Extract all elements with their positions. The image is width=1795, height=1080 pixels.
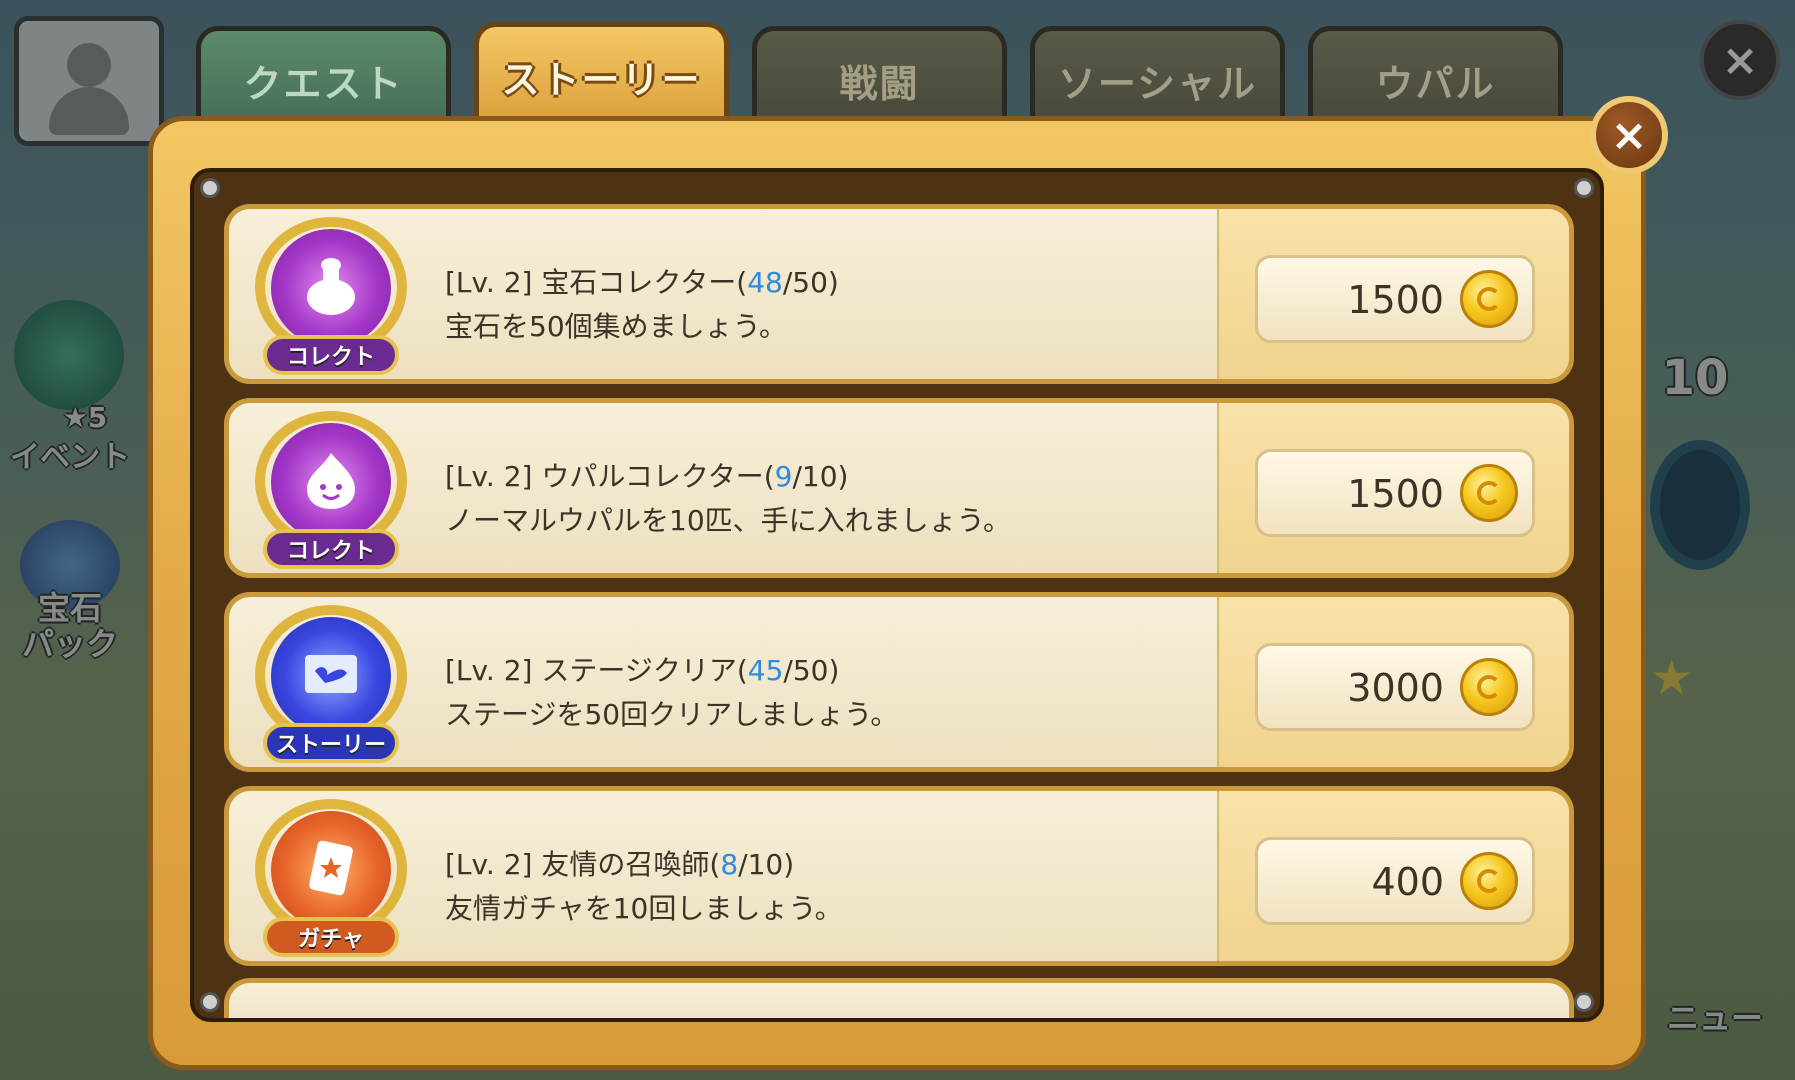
rivet <box>1574 178 1594 198</box>
quest-badge: コレクト <box>255 411 407 571</box>
quest-name: ステージクリア <box>541 654 737 687</box>
quest-level: [Lv. 2] <box>445 654 533 687</box>
progress-total: /10) <box>792 460 849 493</box>
quest-description: ステージを50回クリアしましょう。 <box>445 698 899 731</box>
quest-level: [Lv. 2] <box>445 266 533 299</box>
category-ribbon: ストーリー <box>263 723 399 763</box>
category-ribbon: コレクト <box>263 529 399 569</box>
quest-row[interactable]: コレクト [Lv. 2] ウパルコレクター(9/10) ノーマルウパルを10匹、… <box>224 398 1574 578</box>
card-icon <box>309 840 353 896</box>
rivet <box>1574 992 1594 1012</box>
rivet <box>200 992 220 1012</box>
progress-open: ( <box>736 266 748 299</box>
reward-box[interactable]: 3000 <box>1255 643 1535 731</box>
quest-row-partial[interactable] <box>224 978 1574 1018</box>
reward-value: 3000 <box>1347 666 1444 710</box>
quest-name: ウパルコレクター <box>541 460 764 493</box>
quest-description: 宝石を50個集めましょう。 <box>445 310 787 343</box>
reward-box[interactable]: 1500 <box>1255 255 1535 343</box>
close-icon[interactable]: × <box>1700 20 1780 100</box>
reward-value: 1500 <box>1347 278 1444 322</box>
quest-description: ノーマルウパルを10匹、手に入れましょう。 <box>445 504 1011 537</box>
quest-row[interactable]: コレクト [Lv. 2] 宝石コレクター(48/50) 宝石を50個集めましょう… <box>224 204 1574 384</box>
quest-title: [Lv. 2] 友情の召喚師(8/10) <box>445 843 794 883</box>
reward-box[interactable]: 400 <box>1255 837 1535 925</box>
quest-title: [Lv. 2] ステージクリア(45/50) <box>445 649 839 689</box>
quest-badge: ガチャ <box>255 799 407 959</box>
quest-description: 友情ガチャを10回しましょう。 <box>445 892 843 925</box>
coin-icon <box>1460 270 1518 328</box>
quest-row[interactable]: ストーリー [Lv. 2] ステージクリア(45/50) ステージを50回クリア… <box>224 592 1574 772</box>
quest-level: [Lv. 2] <box>445 460 533 493</box>
progress-open: ( <box>709 848 721 881</box>
reward-value: 400 <box>1371 860 1444 904</box>
rivet <box>200 178 220 198</box>
coin-icon <box>1460 658 1518 716</box>
category-ribbon: コレクト <box>263 335 399 375</box>
coin-icon <box>1460 464 1518 522</box>
upal-face-icon <box>307 453 355 509</box>
quest-name: 宝石コレクター <box>541 266 737 299</box>
quest-badge: ストーリー <box>255 605 407 765</box>
progress-open: ( <box>736 654 748 687</box>
reward-value: 1500 <box>1347 472 1444 516</box>
panel-close-button[interactable]: × <box>1590 96 1668 174</box>
map-icon <box>305 655 357 693</box>
quest-list[interactable]: コレクト [Lv. 2] 宝石コレクター(48/50) 宝石を50個集めましょう… <box>190 168 1604 1022</box>
reward-box[interactable]: 1500 <box>1255 449 1535 537</box>
quest-title: [Lv. 2] ウパルコレクター(9/10) <box>445 455 848 495</box>
progress-total: /50) <box>783 654 840 687</box>
progress-total: /50) <box>782 266 839 299</box>
progress-current: 48 <box>747 266 783 299</box>
quest-title: [Lv. 2] 宝石コレクター(48/50) <box>445 261 839 301</box>
quest-level: [Lv. 2] <box>445 848 533 881</box>
category-ribbon: ガチャ <box>263 917 399 957</box>
quest-name: 友情の召喚師 <box>541 848 710 881</box>
quest-badge: コレクト <box>255 217 407 377</box>
progress-open: ( <box>763 460 775 493</box>
progress-current: 45 <box>747 654 784 687</box>
coin-icon <box>1460 852 1518 910</box>
gem-bag-icon <box>307 258 355 315</box>
progress-total: /10) <box>738 848 795 881</box>
progress-current: 9 <box>774 460 793 493</box>
progress-current: 8 <box>720 848 739 881</box>
quest-row[interactable]: ガチャ [Lv. 2] 友情の召喚師(8/10) 友情ガチャを10回しましょう。… <box>224 786 1574 966</box>
